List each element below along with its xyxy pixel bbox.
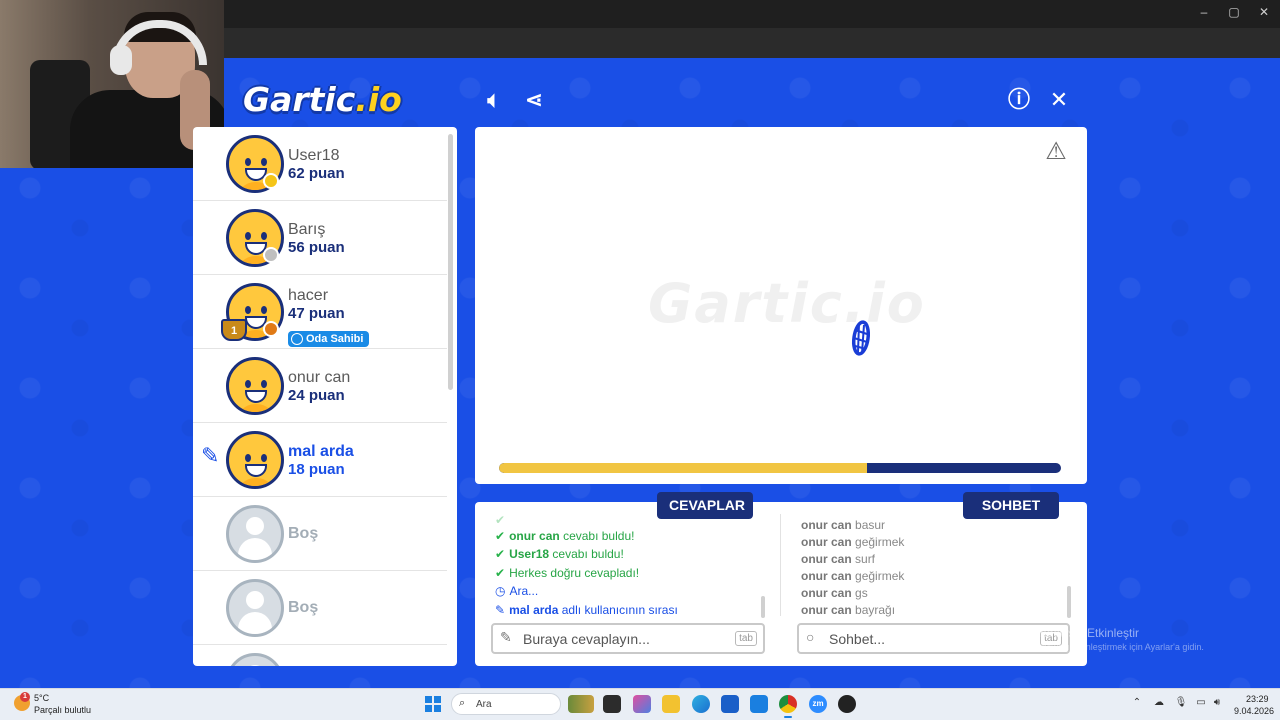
pencil-icon: ✎	[201, 443, 220, 468]
gartic-logo[interactable]: Gartic.io	[243, 80, 402, 119]
timer-progress-bar	[499, 463, 1061, 473]
player-score: 62 puan	[288, 165, 345, 182]
clock-icon: ◷	[495, 584, 506, 598]
player-name: Barış	[288, 221, 326, 238]
copilot-icon[interactable]	[633, 695, 651, 713]
store-icon[interactable]	[721, 695, 739, 713]
taskbar-search[interactable]: ⌕ Ara	[451, 693, 561, 715]
player-row[interactable]: User18 62 puan	[193, 127, 447, 201]
mail-icon[interactable]	[750, 695, 768, 713]
maximize-button[interactable]: ▢	[1224, 5, 1244, 19]
cloud-icon[interactable]: ☁	[1152, 697, 1166, 708]
tab-key-hint: tab	[735, 631, 757, 646]
player-name: hacer	[288, 287, 329, 304]
avatar	[226, 431, 284, 489]
empty-slot: Boş	[193, 497, 447, 571]
answer-message: ◷ Ara...	[495, 584, 539, 598]
player-list-scrollbar[interactable]	[448, 134, 453, 390]
timer-progress-fill	[499, 463, 868, 473]
chat-message: onur can geğirmek	[801, 535, 905, 549]
chat-message: onur can surf	[801, 552, 876, 566]
weather-temp: 5°C	[34, 693, 50, 703]
drawing-strokes	[851, 320, 871, 356]
answer-input-box[interactable]: ✎ tab	[491, 623, 765, 654]
avatar	[226, 357, 284, 415]
player-row[interactable]: onur can 24 puan	[193, 349, 447, 423]
windows-activation-title: Windows'u Etkinleştir	[1026, 626, 1139, 640]
chat-message: onur can geğirmek	[801, 569, 905, 583]
chat-bubble-icon: ○	[806, 629, 815, 645]
chat-scrollbar[interactable]	[1067, 586, 1071, 618]
webcam-overlay	[0, 0, 224, 168]
player-score: 47 puan	[288, 305, 345, 322]
player-score: 18 puan	[288, 461, 345, 478]
weather-alert-badge: 1	[20, 692, 30, 702]
edge-icon[interactable]	[692, 695, 710, 713]
answer-input[interactable]	[523, 629, 723, 649]
chrome-icon[interactable]	[779, 695, 797, 713]
chat-message: onur can gs	[801, 586, 868, 600]
chat-message: onur can basur	[801, 518, 886, 532]
answers-title: CEVAPLAR	[657, 492, 753, 519]
answer-message: ✔ Herkes doğru cevapladı!	[495, 566, 640, 580]
empty-avatar-icon	[226, 579, 284, 637]
close-window-button[interactable]: ✕	[1254, 5, 1274, 19]
answer-message-partial: ✔	[495, 513, 506, 523]
clock-time[interactable]: 23:29	[1246, 694, 1269, 704]
monitor-icon[interactable]: ▭	[1194, 697, 1208, 708]
player-name: User18	[288, 147, 340, 164]
start-button[interactable]	[425, 696, 441, 712]
report-warning-icon[interactable]: ⚠	[1043, 139, 1069, 165]
player-name: Boş	[288, 525, 319, 542]
file-explorer-icon[interactable]	[662, 695, 680, 713]
status-badge	[263, 321, 279, 337]
empty-slot	[193, 645, 447, 666]
trophy-icon: 1	[221, 319, 247, 341]
answer-message: ✎ mal arda adlı kullanıcının sırası	[495, 603, 678, 617]
pencil-icon: ✎	[500, 629, 512, 645]
player-name: mal arda	[288, 443, 354, 460]
player-score: 24 puan	[288, 387, 345, 404]
room-owner-badge: Oda Sahibi	[288, 331, 370, 347]
player-name: Boş	[288, 599, 319, 616]
player-list: User18 62 puan Barış 56 puan 1 hacer 47 …	[193, 127, 457, 666]
canvas-watermark: Gartic.io	[648, 272, 926, 335]
task-view-icon[interactable]	[603, 695, 621, 713]
active-app-indicator	[784, 716, 792, 718]
microphone-icon[interactable]: 🎙︎	[1174, 697, 1188, 708]
panel-divider	[780, 514, 781, 616]
pencil-icon: ✎	[495, 603, 506, 617]
share-icon[interactable]: ⋖	[520, 86, 548, 114]
info-icon[interactable]: ⓘ	[1005, 86, 1033, 114]
weather-desc: Parçalı bulutlu	[34, 705, 92, 715]
search-icon: ⌕	[459, 697, 466, 709]
clock-date[interactable]: 9.04.2026	[1234, 706, 1274, 716]
windows-activation-subtitle: Windows'u etkinleştirmek için Ayarlar'a …	[1026, 642, 1204, 652]
chat-title: SOHBET	[963, 492, 1059, 519]
answer-message: ✔ onur can cevabı buldu!	[495, 529, 635, 543]
chat-message: onur can bayrağı	[801, 603, 896, 617]
volume-icon[interactable]: 🔊︎	[1210, 697, 1224, 708]
minimize-button[interactable]: –	[1194, 5, 1214, 19]
player-name: onur can	[288, 369, 351, 386]
chat-input[interactable]	[829, 629, 1029, 649]
widget-app-icon[interactable]	[568, 695, 594, 713]
answers-scrollbar[interactable]	[761, 596, 765, 618]
answer-message: ✔ User18 cevabı buldu!	[495, 547, 624, 561]
zoom-icon[interactable]: zm	[809, 695, 827, 713]
recorder-icon[interactable]	[838, 695, 856, 713]
player-score: 56 puan	[288, 239, 345, 256]
status-badge	[263, 247, 279, 263]
empty-avatar-icon	[226, 505, 284, 563]
player-row[interactable]: 1 hacer 47 puan Oda Sahibi	[193, 275, 447, 349]
tray-chevron-icon[interactable]: ⌃	[1130, 697, 1144, 708]
smile-icon	[291, 333, 303, 345]
player-row[interactable]: ✎ mal arda 18 puan	[193, 423, 447, 497]
status-badge	[263, 173, 279, 189]
sound-icon[interactable]: 🔈︎	[480, 86, 508, 114]
player-row[interactable]: Barış 56 puan	[193, 201, 447, 275]
close-icon[interactable]: ✕	[1045, 86, 1073, 114]
empty-avatar-icon	[226, 653, 284, 666]
empty-slot: Boş	[193, 571, 447, 645]
